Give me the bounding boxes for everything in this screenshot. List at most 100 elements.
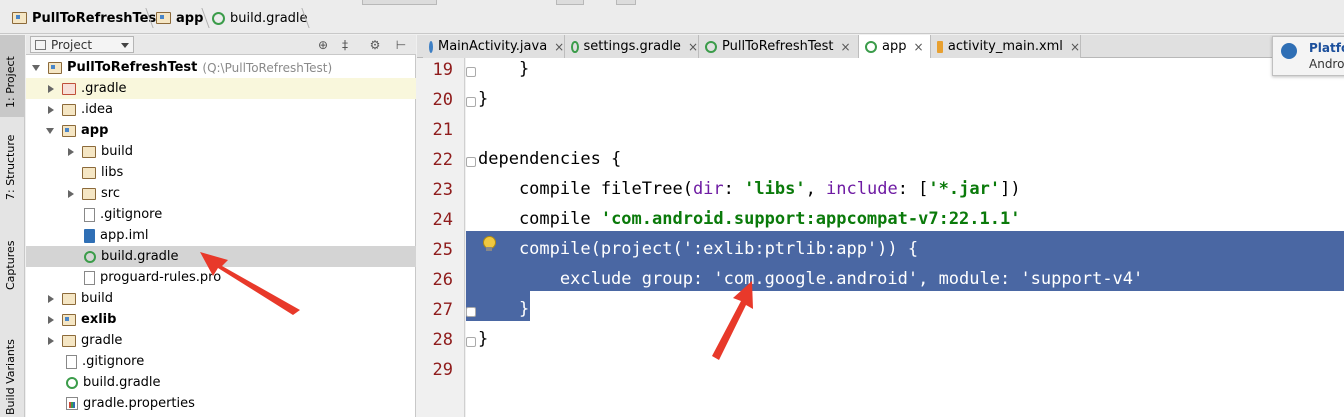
line-number: 28 [432,330,453,350]
folder-icon [62,103,76,116]
tab-settings-gradle[interactable]: settings.gradle × [565,35,699,58]
tab-app[interactable]: app × [859,35,931,59]
expand-arrow-icon[interactable] [48,315,54,324]
line-number: 24 [432,210,453,230]
tree-item-app-build-gradle[interactable]: build.gradle [26,246,416,267]
tree-item-gradle[interactable]: gradle [26,330,416,351]
tree-item-idea[interactable]: .idea [26,99,416,120]
tool-tab-build-variants-label[interactable]: Build Variants [4,339,17,415]
notification-popup[interactable]: Platfo Androi [1272,36,1344,76]
text-file-icon [84,270,95,285]
code-line-selected: exclude group: 'com.google.android', mod… [478,269,1144,289]
line-number: 23 [432,180,453,200]
gradle-icon [212,11,225,25]
expand-arrow-icon[interactable] [46,127,54,134]
properties-file-icon [66,397,78,410]
fold-marker[interactable] [466,97,476,107]
expand-arrow-icon[interactable] [48,84,54,93]
code-token: , [805,179,827,199]
tree-item-app-build[interactable]: build [26,141,416,162]
hide-panel-icon[interactable]: ⊢ [394,38,408,52]
gradle-icon [84,250,96,263]
toolbar-fragment [556,0,584,5]
fold-marker[interactable] [466,337,476,347]
toolbar-fragment [616,0,636,5]
info-icon [1281,43,1297,59]
line-number: 19 [432,60,453,80]
code-line: } [478,329,489,349]
code-token-string: 'com.android.support:appcompat-v7:22.1.1… [600,209,1021,229]
expand-arrow-icon[interactable] [48,105,54,114]
line-number: 27 [432,300,453,320]
tree-item-libs[interactable]: libs [26,162,416,183]
tree-item-exlib[interactable]: exlib [26,309,416,330]
tab-mainactivity[interactable]: MainActivity.java × [423,35,565,58]
tree-item-app-gitignore[interactable]: .gitignore [26,204,416,225]
xml-file-icon [937,40,943,53]
tab-pulltorefreshtest[interactable]: PullToRefreshTest × [699,35,859,58]
fold-marker[interactable] [466,67,476,77]
tree-item-proguard[interactable]: proguard-rules.pro [26,267,416,288]
tree-item-build-gradle[interactable]: build.gradle [26,372,416,393]
folder-icon [62,82,76,95]
gear-icon[interactable]: ⚙ [368,38,382,52]
code-line: dependencies { [478,149,622,169]
iml-file-icon [84,228,95,243]
toolbar-fragment [362,0,437,5]
code-line: } [478,89,489,109]
close-icon[interactable]: × [840,40,850,54]
line-number: 22 [432,150,453,170]
tree-item-gradle-properties[interactable]: gradle.properties [26,393,416,414]
editor-tab-bar: MainActivity.java × settings.gradle × Pu… [417,35,1344,59]
line-number: 26 [432,270,453,290]
chevron-down-icon [121,43,129,48]
project-panel: Project ⊕ ‡ ⚙ ⊢ PullToRefreshTest (Q:\Pu… [26,35,416,417]
tree-item-app-iml[interactable]: app.iml [26,225,416,246]
close-icon[interactable]: × [688,40,698,54]
line-number: 20 [432,90,453,110]
expand-arrow-icon[interactable] [32,64,40,71]
project-folder-icon [12,12,27,24]
module-folder-icon [62,313,76,326]
project-selector-icon [35,39,46,50]
project-view-selector[interactable]: Project [30,36,134,53]
code-token-string: '*.jar' [928,179,1001,199]
expand-arrow-icon[interactable] [48,336,54,345]
tool-tab-project-label[interactable]: 1: Project [4,56,17,108]
tab-activity-main-xml[interactable]: activity_main.xml × [931,35,1081,58]
code-line: compile fileTree(dir: 'libs', include: [… [478,179,1021,199]
fold-marker[interactable] [466,157,476,167]
tool-tab-structure-label[interactable]: 7: Structure [4,135,17,200]
tree-root[interactable]: PullToRefreshTest (Q:\PullToRefreshTest) [26,57,416,78]
tool-tab-captures-label[interactable]: Captures [4,241,17,290]
folder-icon [62,334,76,347]
module-folder-icon [156,12,171,24]
expand-arrow-icon[interactable] [68,189,74,198]
close-icon[interactable]: × [1070,40,1080,54]
notification-subtitle: Androi [1309,57,1344,71]
expand-arrow-icon[interactable] [48,294,54,303]
close-icon[interactable]: × [554,40,564,54]
gradle-icon [865,40,877,53]
tree-item-build[interactable]: build [26,288,416,309]
code-token-param: include [826,179,898,199]
folder-icon [62,292,76,305]
close-icon[interactable]: × [913,40,923,54]
code-token: compile [478,209,601,229]
text-file-icon [84,207,95,222]
collapse-icon[interactable]: ‡ [338,38,352,52]
tree-item-gitignore[interactable]: .gitignore [26,351,416,372]
text-file-icon [66,354,77,369]
notification-title: Platfo [1309,41,1344,55]
folder-icon [82,187,96,200]
gradle-icon [571,40,579,53]
line-number: 21 [432,120,453,140]
code-token: compile fileTree( [478,179,693,199]
tree-item-src[interactable]: src [26,183,416,204]
tree-item-app[interactable]: app [26,120,416,141]
tree-item-gradle-dir[interactable]: .gradle [26,78,416,99]
folder-icon [82,166,96,179]
expand-arrow-icon[interactable] [68,147,74,156]
fold-marker[interactable] [466,307,476,317]
target-icon[interactable]: ⊕ [316,38,330,52]
